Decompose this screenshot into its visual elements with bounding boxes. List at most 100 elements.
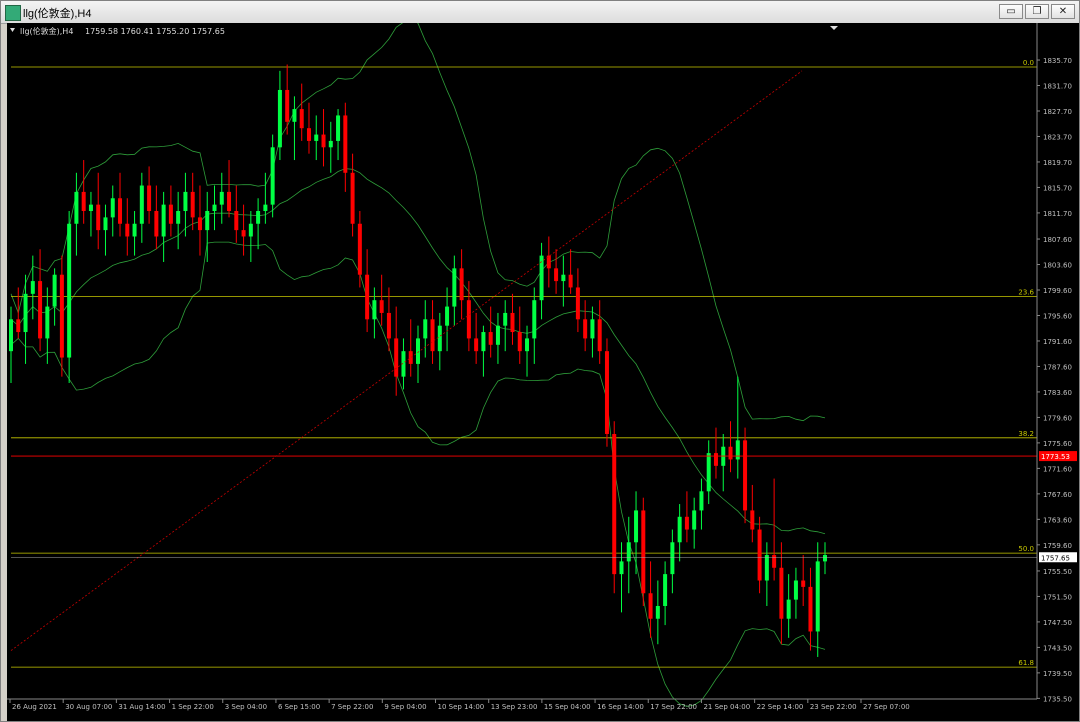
- candle-body: [743, 440, 748, 511]
- candle-body: [772, 555, 777, 568]
- candle-body: [474, 338, 479, 352]
- price-tick-label: 1747.50: [1043, 619, 1072, 627]
- candle-body: [38, 281, 43, 339]
- time-tick-label: 21 Sep 04:00: [703, 703, 750, 711]
- candle-body: [212, 204, 217, 212]
- price-tick-label: 1811.70: [1043, 210, 1072, 218]
- price-tick-label: 1787.60: [1043, 363, 1072, 371]
- time-tick-label: 6 Sep 15:00: [278, 703, 320, 711]
- fibo-level-label: 50.0: [1018, 545, 1034, 553]
- candle-body: [321, 134, 326, 148]
- candle-body: [299, 109, 304, 129]
- candle-body: [277, 89, 282, 148]
- candle-body: [604, 351, 609, 434]
- red-line-price-label: 1773.53: [1041, 453, 1070, 461]
- candle-body: [764, 555, 769, 581]
- candle-body: [568, 274, 573, 288]
- candle-body: [437, 325, 442, 352]
- candle-body: [103, 217, 108, 231]
- candle-body: [161, 204, 166, 237]
- current-price-label: 1757.65: [1041, 554, 1070, 562]
- candle-body: [52, 274, 57, 307]
- candle-body: [793, 580, 798, 600]
- chart-ohlc-readout: 1759.58 1760.41 1755.20 1757.65: [85, 27, 225, 36]
- candle-body: [823, 555, 827, 562]
- time-tick-label: 17 Sep 22:00: [650, 703, 697, 711]
- candle-body: [394, 338, 399, 377]
- title-bar[interactable]: llg(伦敦金),H4 ▭ ❐ ✕: [1, 1, 1079, 24]
- candle-body: [176, 211, 181, 224]
- candle-body: [575, 287, 580, 320]
- restore-button[interactable]: ❐: [1025, 4, 1049, 19]
- candle-body: [713, 453, 718, 466]
- candle-body: [190, 191, 195, 218]
- candle-body: [655, 605, 660, 619]
- window-title: llg(伦敦金),H4: [23, 8, 92, 20]
- price-tick-label: 1779.60: [1043, 414, 1072, 422]
- candle-body: [495, 325, 500, 345]
- candle-body: [241, 230, 246, 237]
- price-tick-label: 1815.70: [1043, 184, 1072, 192]
- candle-body: [815, 561, 820, 632]
- time-tick-label: 31 Aug 14:00: [118, 703, 165, 711]
- candle-body: [648, 593, 653, 619]
- price-tick-label: 1795.60: [1043, 312, 1072, 320]
- candle-body: [336, 115, 341, 141]
- price-tick-label: 1783.60: [1043, 389, 1072, 397]
- candle-body: [503, 312, 508, 326]
- candle-body: [16, 319, 21, 333]
- close-button[interactable]: ✕: [1051, 4, 1075, 19]
- candle-body: [684, 516, 689, 530]
- candle-body: [510, 312, 515, 333]
- price-chart[interactable]: 0.0 23.6 38.2 50.0 61.8 1835.70 1831.70 1827.7…: [7, 23, 1079, 721]
- candle-body: [139, 185, 144, 224]
- candle-body: [110, 198, 115, 218]
- candle-body: [532, 300, 537, 339]
- fibo-level-label: 61.8: [1018, 659, 1034, 667]
- price-tick-label: 1803.60: [1043, 262, 1072, 270]
- candle-body: [197, 217, 202, 231]
- fibo-level-label: 38.2: [1018, 430, 1034, 438]
- candle-body: [699, 491, 704, 511]
- candle-body: [779, 567, 784, 619]
- candle-body: [488, 332, 493, 345]
- time-tick-label: 1 Sep 22:00: [172, 703, 214, 711]
- time-tick-label: 3 Sep 04:00: [225, 703, 267, 711]
- candle-body: [256, 211, 261, 224]
- candle-body: [154, 211, 159, 237]
- candle-body: [597, 319, 602, 352]
- candle-body: [306, 128, 311, 141]
- candle-body: [808, 586, 813, 632]
- chart-symbol-label: llg(伦敦金),H4: [20, 26, 73, 36]
- price-tick-label: 1835.70: [1043, 57, 1072, 65]
- time-tick-label: 15 Sep 04:00: [544, 703, 591, 711]
- candle-body: [386, 312, 391, 339]
- price-tick-label: 1751.50: [1043, 593, 1072, 601]
- time-tick-label: 27 Sep 07:00: [863, 703, 910, 711]
- candle-body: [125, 223, 130, 237]
- candle-body: [445, 306, 450, 326]
- candle-body: [379, 300, 384, 313]
- time-tick-label: 10 Sep 14:00: [438, 703, 485, 711]
- candle-body: [677, 516, 682, 543]
- chart-area[interactable]: 0.0 23.6 38.2 50.0 61.8 1835.70 1831.70 1827.7…: [7, 23, 1079, 721]
- candle-body: [314, 134, 319, 141]
- candle-body: [285, 89, 290, 122]
- minimize-button[interactable]: ▭: [999, 4, 1023, 19]
- time-tick-label: 30 Aug 07:00: [65, 703, 112, 711]
- time-tick-label: 26 Aug 2021: [12, 703, 57, 711]
- price-tick-label: 1831.70: [1043, 83, 1072, 91]
- candle-body: [132, 223, 137, 237]
- time-tick-label: 23 Sep 22:00: [810, 703, 857, 711]
- fibo-level-label: 23.6: [1018, 288, 1034, 296]
- candle-body: [517, 332, 522, 352]
- price-tick-label: 1739.50: [1043, 670, 1072, 678]
- price-tick-label: 1791.60: [1043, 338, 1072, 346]
- candle-body: [59, 274, 64, 358]
- candle-body: [343, 115, 348, 173]
- price-tick-label: 1827.70: [1043, 108, 1072, 116]
- price-tick-label: 1767.60: [1043, 491, 1072, 499]
- candle-body: [234, 211, 239, 231]
- candle-body: [416, 338, 420, 364]
- price-tick-label: 1771.60: [1043, 465, 1072, 473]
